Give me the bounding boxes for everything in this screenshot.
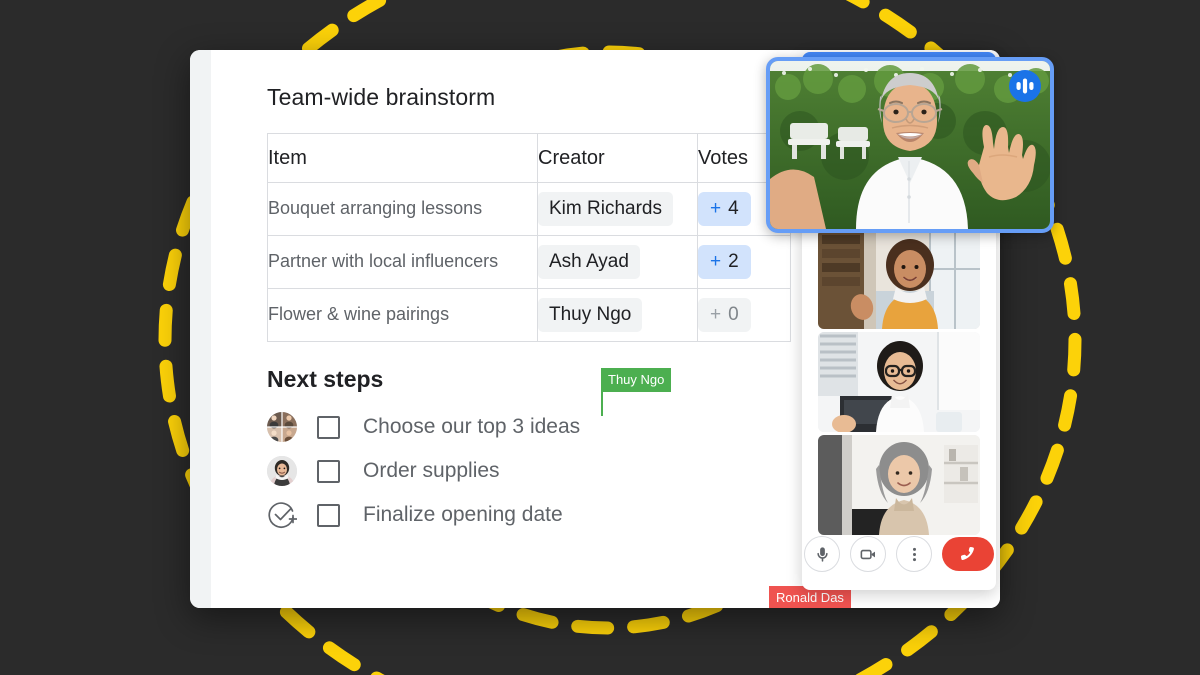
table-row: Flower & wine pairings Thuy Ngo +0	[267, 288, 791, 342]
more-vertical-icon	[912, 547, 916, 561]
cell-item[interactable]: Partner with local influencers	[267, 235, 538, 289]
screenshot-stage: Team-wide brainstorm Item Creator Votes	[0, 0, 1200, 675]
vote-chip[interactable]: +2	[698, 245, 751, 279]
add-assignee-icon[interactable]	[267, 500, 298, 530]
vote-chip[interactable]: +0	[698, 298, 751, 332]
audio-waveform-badge	[1009, 70, 1041, 102]
page-gutter	[190, 50, 211, 608]
participant-thumbnail-list	[818, 229, 980, 538]
brainstorm-table: Item Creator Votes Bouquet arranging les…	[267, 133, 791, 342]
table-header-row: Item Creator Votes	[267, 133, 791, 183]
list-item[interactable]	[818, 435, 980, 535]
table-row: Bouquet arranging lessons Kim Richards +…	[267, 182, 791, 236]
cursor-name-label: Thuy Ngo	[601, 368, 672, 392]
more-options-button[interactable]	[896, 536, 932, 572]
list-item[interactable]	[818, 229, 980, 329]
cell-votes[interactable]: +0	[697, 288, 791, 342]
task-label: Choose our top 3 ideas	[363, 415, 581, 438]
end-call-button[interactable]	[942, 537, 994, 571]
creator-chip: Thuy Ngo	[538, 298, 643, 332]
camera-button[interactable]	[850, 536, 886, 572]
cell-creator[interactable]: Thuy Ngo	[537, 288, 698, 342]
creator-chip: Kim Richards	[538, 192, 673, 226]
column-header-item: Item	[267, 133, 538, 183]
group-avatar	[267, 412, 297, 442]
participant-video-2	[818, 332, 980, 432]
vote-count: 0	[728, 304, 739, 325]
microphone-icon	[816, 546, 828, 562]
vote-chip[interactable]: +4	[698, 192, 751, 226]
audio-waveform-icon	[1016, 78, 1034, 94]
vote-count: 4	[728, 198, 739, 219]
circle-check-plus-icon	[268, 502, 298, 528]
vote-plus-sign: +	[710, 198, 722, 219]
participant-video-3	[818, 435, 980, 535]
call-controls	[802, 536, 996, 572]
collaborator-cursor-thuy-ngo: Thuy Ngo	[601, 368, 672, 416]
task-checkbox[interactable]	[317, 503, 340, 527]
microphone-button[interactable]	[804, 536, 840, 572]
creator-chip: Ash Ayad	[538, 245, 640, 279]
cell-creator[interactable]: Kim Richards	[537, 182, 698, 236]
table-row: Partner with local influencers Ash Ayad …	[267, 235, 791, 289]
person-avatar	[267, 456, 297, 486]
video-camera-icon	[860, 549, 875, 559]
cell-creator[interactable]: Ash Ayad	[537, 235, 698, 289]
task-label: Finalize opening date	[363, 503, 563, 526]
phone-hangup-icon	[960, 546, 974, 560]
task-checkbox[interactable]	[317, 459, 340, 483]
vote-plus-sign: +	[710, 304, 722, 325]
person-avatar-icon	[267, 456, 297, 486]
cursor-caret	[601, 392, 603, 416]
active-speaker-tile[interactable]	[766, 57, 1054, 233]
cell-item[interactable]: Bouquet arranging lessons	[267, 182, 538, 236]
vote-plus-sign: +	[710, 251, 722, 272]
active-speaker-video	[770, 61, 1050, 229]
participant-video-1	[818, 229, 980, 329]
task-checkbox[interactable]	[317, 415, 340, 439]
cell-item[interactable]: Flower & wine pairings	[267, 288, 538, 342]
task-label: Order supplies	[363, 459, 500, 482]
column-header-creator: Creator	[537, 133, 698, 183]
group-avatar-icon	[267, 412, 297, 442]
vote-count: 2	[728, 251, 739, 272]
cell-votes[interactable]: +2	[697, 235, 791, 289]
list-item[interactable]	[818, 332, 980, 432]
